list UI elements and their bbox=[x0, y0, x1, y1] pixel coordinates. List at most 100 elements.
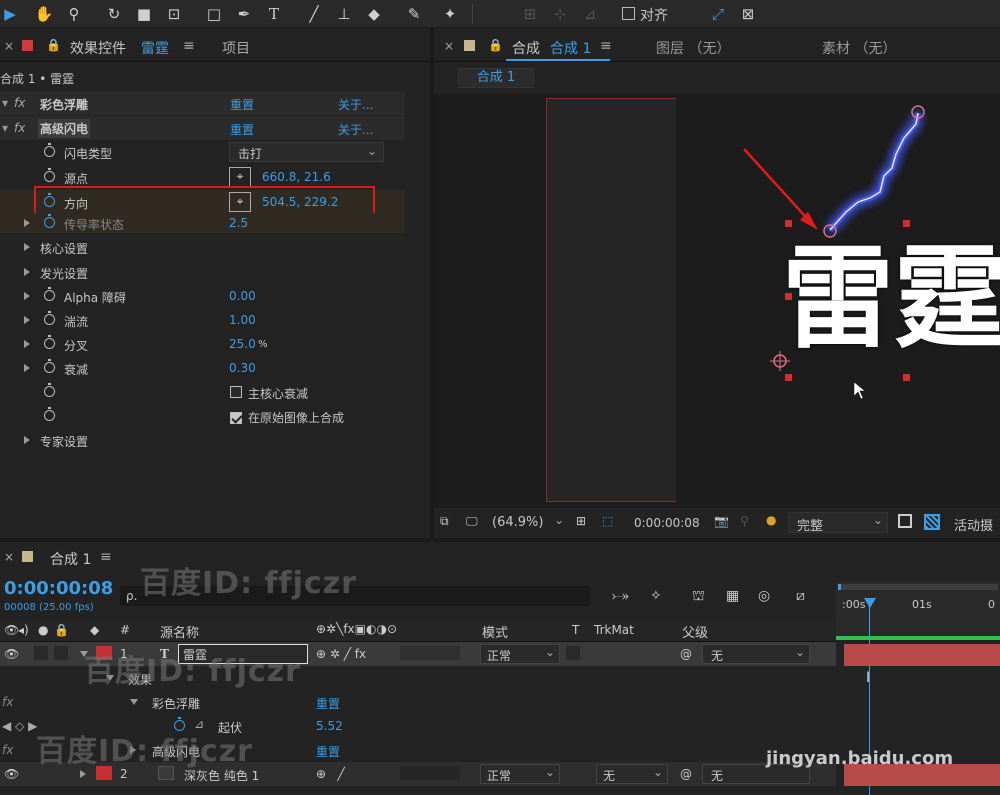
column-mode[interactable]: 模式 bbox=[482, 622, 508, 641]
comp-mini-flowchart-icon[interactable]: ⤐ bbox=[612, 588, 629, 604]
composite-checkbox[interactable] bbox=[230, 411, 242, 424]
trkmat-toggle[interactable] bbox=[566, 646, 580, 660]
snap-options-icon[interactable]: ⊠ bbox=[738, 4, 758, 24]
work-area-bar[interactable] bbox=[838, 584, 998, 590]
expand-triangle-icon[interactable] bbox=[24, 219, 30, 227]
playhead-handle[interactable] bbox=[864, 598, 876, 608]
timeline-tab[interactable]: 合成 1 bbox=[50, 549, 91, 569]
crosshair-point-icon[interactable]: ⌖ bbox=[229, 167, 251, 187]
property-value[interactable]: 1.00 bbox=[229, 313, 256, 327]
composition-viewer[interactable]: 雷霆 bbox=[434, 94, 1000, 508]
expand-triangle-icon[interactable] bbox=[130, 699, 138, 705]
effect-controls-layer-name[interactable]: 雷霆 bbox=[141, 38, 169, 58]
lightning-type-dropdown[interactable]: 击打 ⌄ bbox=[229, 142, 384, 162]
effect-row-lightning[interactable]: ▾ fx 高级闪电 重置 关于... bbox=[0, 116, 405, 140]
stopwatch-icon[interactable] bbox=[44, 287, 55, 301]
pickwhip-icon[interactable]: @ bbox=[680, 767, 692, 781]
composition-tab[interactable]: 合成 bbox=[512, 38, 540, 58]
column-source-name[interactable]: 源名称 bbox=[160, 622, 199, 641]
layer-switches[interactable]: ⊕ ╱ bbox=[316, 767, 345, 781]
main-core-decay-checkbox[interactable] bbox=[230, 386, 242, 398]
close-panel-icon[interactable]: × bbox=[4, 550, 14, 564]
footage-tab[interactable]: 素材 （无） bbox=[822, 38, 896, 58]
hand-tool-icon[interactable]: ✋ bbox=[34, 4, 54, 24]
transparency-grid-icon[interactable] bbox=[924, 514, 940, 530]
graph-editor-icon[interactable]: ⧄ bbox=[796, 588, 805, 604]
reset-link[interactable]: 重置 bbox=[316, 743, 340, 760]
time-ruler[interactable]: :00s 01s 0 bbox=[836, 582, 1000, 638]
fx-icon[interactable]: fx bbox=[2, 695, 13, 709]
region-of-interest-icon[interactable]: ⬚ bbox=[602, 514, 613, 528]
expand-triangle-icon[interactable] bbox=[24, 364, 30, 372]
collapse-icon[interactable]: ▾ bbox=[2, 121, 8, 135]
trkmat-dropdown[interactable]: 无 ⌄ bbox=[596, 764, 668, 784]
column-parent[interactable]: 父级 bbox=[682, 622, 708, 641]
project-tab[interactable]: 项目 bbox=[222, 38, 250, 58]
lock-icon[interactable]: 🔒 bbox=[488, 38, 503, 52]
timeline-timecode[interactable]: 0:00:00:08 bbox=[4, 578, 113, 599]
draft-3d-icon[interactable]: ✧ bbox=[650, 588, 662, 604]
always-preview-icon[interactable]: ⧉ bbox=[440, 514, 449, 529]
motion-blur-icon[interactable]: ◎ bbox=[758, 588, 770, 604]
brush-tool-icon[interactable]: ╱ bbox=[304, 4, 324, 24]
panel-menu-icon[interactable]: ≡ bbox=[100, 549, 112, 565]
type-tool-icon[interactable]: T bbox=[264, 4, 284, 24]
rotate-tool-icon[interactable]: ↻ bbox=[104, 4, 124, 24]
stopwatch-icon[interactable] bbox=[44, 214, 55, 228]
reset-link[interactable]: 重置 bbox=[316, 695, 340, 712]
rectangle-tool-icon[interactable]: □ bbox=[204, 4, 224, 24]
stopwatch-icon[interactable] bbox=[44, 383, 55, 397]
resolution-icon[interactable]: ⊞ bbox=[576, 514, 586, 528]
stopwatch-icon[interactable] bbox=[44, 335, 55, 349]
property-value[interactable]: 0.30 bbox=[229, 361, 256, 375]
relief-value[interactable]: 5.52 bbox=[316, 719, 343, 733]
quality-dropdown[interactable]: 完整 ⌄ bbox=[788, 512, 888, 534]
audio-toggle[interactable] bbox=[34, 646, 48, 660]
pen-tool-icon[interactable]: ✒ bbox=[234, 4, 254, 24]
stopwatch-icon[interactable] bbox=[44, 359, 55, 373]
parent-dropdown[interactable]: 无 ⌄ bbox=[702, 644, 810, 664]
viewer-timecode[interactable]: 0:00:00:08 bbox=[634, 516, 700, 530]
channel-rgb-icon[interactable]: ● bbox=[766, 513, 776, 527]
stopwatch-icon[interactable] bbox=[44, 143, 55, 157]
solo-toggle[interactable] bbox=[54, 646, 68, 660]
glow-settings-row[interactable]: 发光设置 bbox=[0, 260, 405, 284]
close-panel-icon[interactable]: × bbox=[4, 39, 14, 53]
reset-link[interactable]: 重置 bbox=[230, 96, 254, 113]
zoom-tool-icon[interactable]: ⚲ bbox=[64, 4, 84, 24]
shy-layers-icon[interactable]: ⛫ bbox=[692, 588, 705, 606]
comp-breadcrumb-chip[interactable]: 合成 1 bbox=[458, 68, 534, 88]
column-trkmat[interactable]: TrkMat bbox=[594, 623, 634, 637]
property-value[interactable]: 2.5 bbox=[229, 216, 248, 230]
selection-tool-icon[interactable]: ▶ bbox=[0, 4, 20, 24]
pan-behind-tool-icon[interactable]: ⊡ bbox=[164, 4, 184, 24]
expand-triangle-icon[interactable] bbox=[24, 436, 30, 444]
eye-icon[interactable]: 👁 bbox=[4, 647, 19, 661]
layer-1-duration-bar[interactable] bbox=[844, 644, 1000, 666]
puppet-tool-icon[interactable]: ✦ bbox=[440, 4, 460, 24]
toggle-mask-icon[interactable] bbox=[898, 514, 912, 528]
monitor-icon[interactable]: 🖵 bbox=[466, 514, 478, 529]
property-value[interactable]: 25.0 bbox=[229, 337, 256, 351]
pickwhip-icon[interactable]: @ bbox=[680, 647, 692, 661]
layer-switches[interactable]: ⊕ ✲ ╱ fx bbox=[316, 647, 366, 661]
align-checkbox[interactable] bbox=[622, 7, 635, 20]
stopwatch-icon[interactable] bbox=[44, 407, 55, 421]
keyframe-nav-icon[interactable]: ◀ ◇ ▶ bbox=[2, 719, 37, 733]
emboss-effect-row[interactable]: fx 彩色浮雕 重置 bbox=[0, 690, 836, 714]
lock-icon[interactable]: 🔒 bbox=[46, 38, 61, 52]
property-value[interactable]: 660.8, 21.6 bbox=[262, 170, 331, 184]
layer-tab[interactable]: 图层 （无） bbox=[656, 38, 730, 58]
collapse-icon[interactable]: ▾ bbox=[2, 96, 8, 110]
panel-menu-icon[interactable]: ≡ bbox=[600, 38, 612, 54]
about-link[interactable]: 关于... bbox=[338, 121, 373, 138]
snapping-icon[interactable]: ⤢ bbox=[708, 4, 728, 24]
reset-link[interactable]: 重置 bbox=[230, 121, 254, 138]
composition-tab-name[interactable]: 合成 1 bbox=[550, 38, 591, 58]
camera-tool-icon[interactable]: ■ bbox=[134, 4, 154, 24]
expand-triangle-icon[interactable] bbox=[24, 268, 30, 276]
blend-mode-dropdown[interactable]: 正常 ⌄ bbox=[480, 764, 560, 784]
expand-triangle-icon[interactable] bbox=[24, 340, 30, 348]
blend-mode-dropdown[interactable]: 正常 ⌄ bbox=[480, 644, 560, 664]
fx-icon[interactable]: fx bbox=[14, 121, 25, 135]
